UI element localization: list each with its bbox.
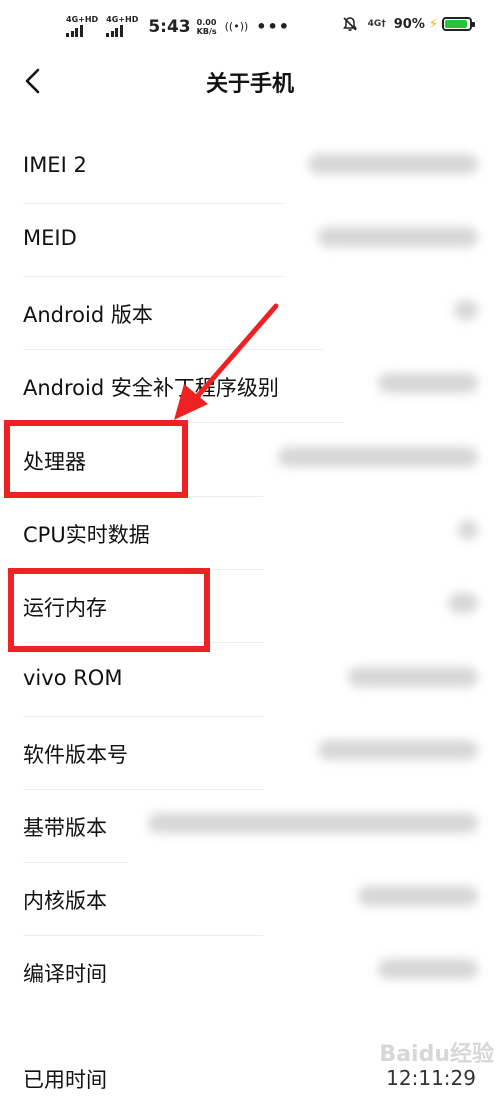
annotation-arrow-icon: [174, 303, 279, 420]
uptime-value: 12:11:29: [386, 1066, 476, 1090]
watermark-text: Baidu经验: [379, 1042, 494, 1067]
baidu-watermark: Baidu经验: [344, 1032, 494, 1067]
